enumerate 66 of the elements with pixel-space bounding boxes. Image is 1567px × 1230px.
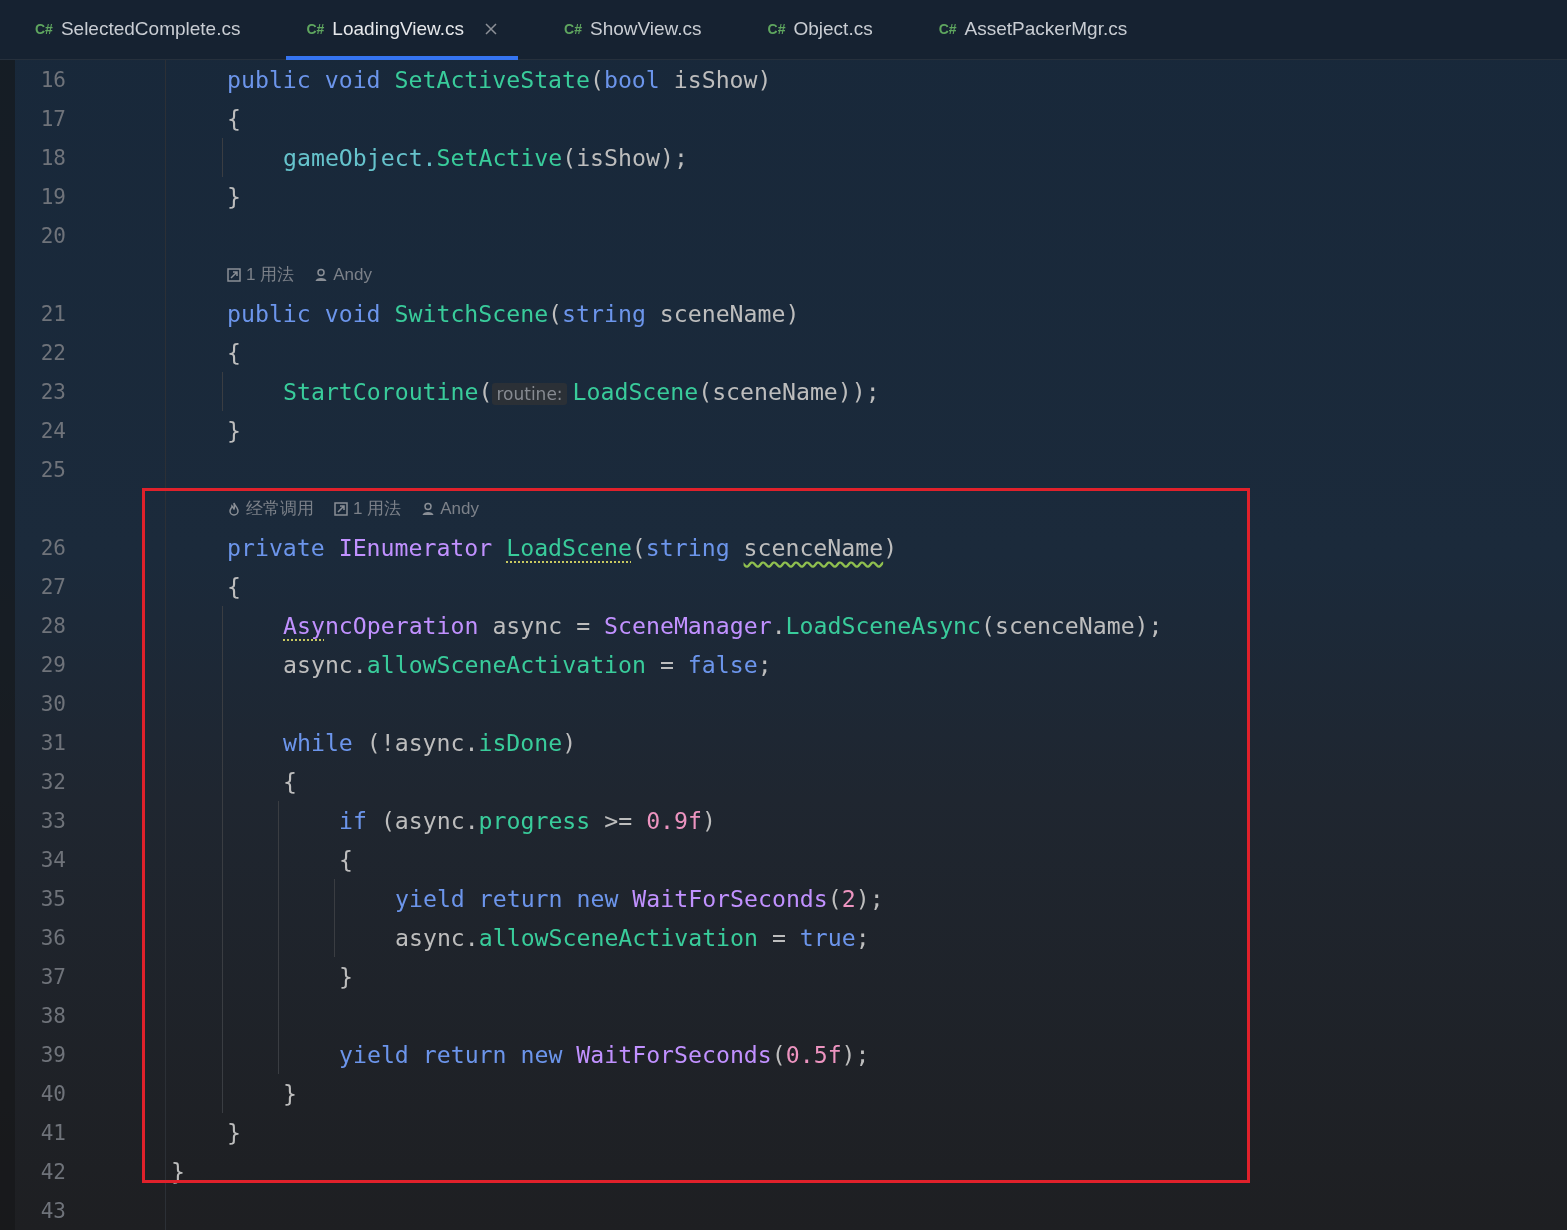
code-line: }	[283, 1080, 297, 1107]
editor-tab[interactable]: C# LoadingView.cs	[286, 0, 519, 60]
editor-tab[interactable]: C# SelectedComplete.cs	[15, 0, 261, 60]
line-number: 28	[39, 613, 66, 638]
person-icon	[314, 267, 329, 282]
code-line: gameObject.SetActive(isShow);	[283, 144, 688, 171]
code-line: {	[339, 846, 353, 873]
line-number: 19	[39, 184, 66, 209]
code-vision-hint[interactable]: Andy	[333, 264, 372, 285]
line-number: 33	[39, 808, 66, 833]
line-number: 22	[39, 340, 66, 365]
code-line: public void SwitchScene(string sceneName)	[227, 300, 800, 327]
line-number: 21	[39, 301, 66, 326]
line-number: 35	[39, 886, 66, 911]
line-number: 43	[39, 1198, 66, 1223]
close-icon[interactable]	[484, 22, 499, 36]
line-number: 37	[39, 964, 66, 989]
line-number: 20	[39, 223, 66, 248]
arrow-box-icon	[227, 267, 241, 282]
line-number: 40	[39, 1081, 66, 1106]
line-number: 32	[39, 769, 66, 794]
code-vision-hint[interactable]: Andy	[440, 498, 479, 519]
line-number: 41	[39, 1120, 66, 1145]
editor-tab[interactable]: C# AssetPackerMgr.cs	[918, 0, 1148, 60]
editor-tab[interactable]: C# ShowView.cs	[544, 0, 722, 60]
line-number: 18	[39, 145, 66, 170]
code-line: while (!async.isDone)	[283, 729, 577, 756]
line-number: 24	[39, 418, 66, 443]
code-line: {	[283, 768, 297, 795]
code-line: async.allowSceneActivation = true;	[395, 924, 870, 951]
line-number: 38	[39, 1003, 66, 1028]
arrow-box-icon	[334, 501, 348, 516]
code-line: public void SetActiveState(bool isShow)	[227, 66, 772, 93]
code-line: {	[227, 339, 241, 366]
line-number: 29	[39, 652, 66, 677]
line-number: 39	[39, 1042, 66, 1067]
line-number: 26	[39, 535, 66, 560]
line-number: 31	[39, 730, 66, 755]
code-line: {	[227, 105, 241, 132]
line-number: 27	[39, 574, 66, 599]
line-number: 30	[39, 691, 66, 716]
code-line: }	[339, 963, 353, 990]
line-number: 17	[39, 106, 66, 131]
code-vision-hint[interactable]: 1 用法	[353, 497, 402, 520]
code-line: yield return new WaitForSeconds(0.5f);	[339, 1041, 870, 1068]
line-number: 25	[39, 457, 66, 482]
code-line: private IEnumerator LoadScene(string scenceName)	[227, 534, 898, 561]
code-line: }	[227, 183, 241, 210]
line-number: 36	[39, 925, 66, 950]
code-line: AsyncOperation async = SceneManager.LoadSceneAsync(scenceName);	[283, 612, 1163, 639]
code-vision-hint[interactable]: 经常调用	[246, 497, 314, 520]
code-line: if (async.progress >= 0.9f)	[339, 807, 716, 834]
line-number: 42	[39, 1159, 66, 1184]
code-vision-hint[interactable]: 1 用法	[246, 263, 295, 286]
person-icon	[421, 501, 436, 516]
code-line: {	[227, 573, 241, 600]
line-number: 16	[39, 67, 66, 92]
line-number: 23	[39, 379, 66, 404]
code-line: }	[227, 417, 241, 444]
code-line: async.allowSceneActivation = false;	[283, 651, 772, 678]
line-number: 34	[39, 847, 66, 872]
flame-icon	[227, 501, 241, 516]
code-line: }	[227, 1119, 241, 1146]
code-line: yield return new WaitForSeconds(2);	[395, 885, 884, 912]
code-line: StartCoroutine( routine: LoadScene(sceneName));	[283, 378, 880, 405]
editor-tab[interactable]: C# Object.cs	[747, 0, 893, 60]
